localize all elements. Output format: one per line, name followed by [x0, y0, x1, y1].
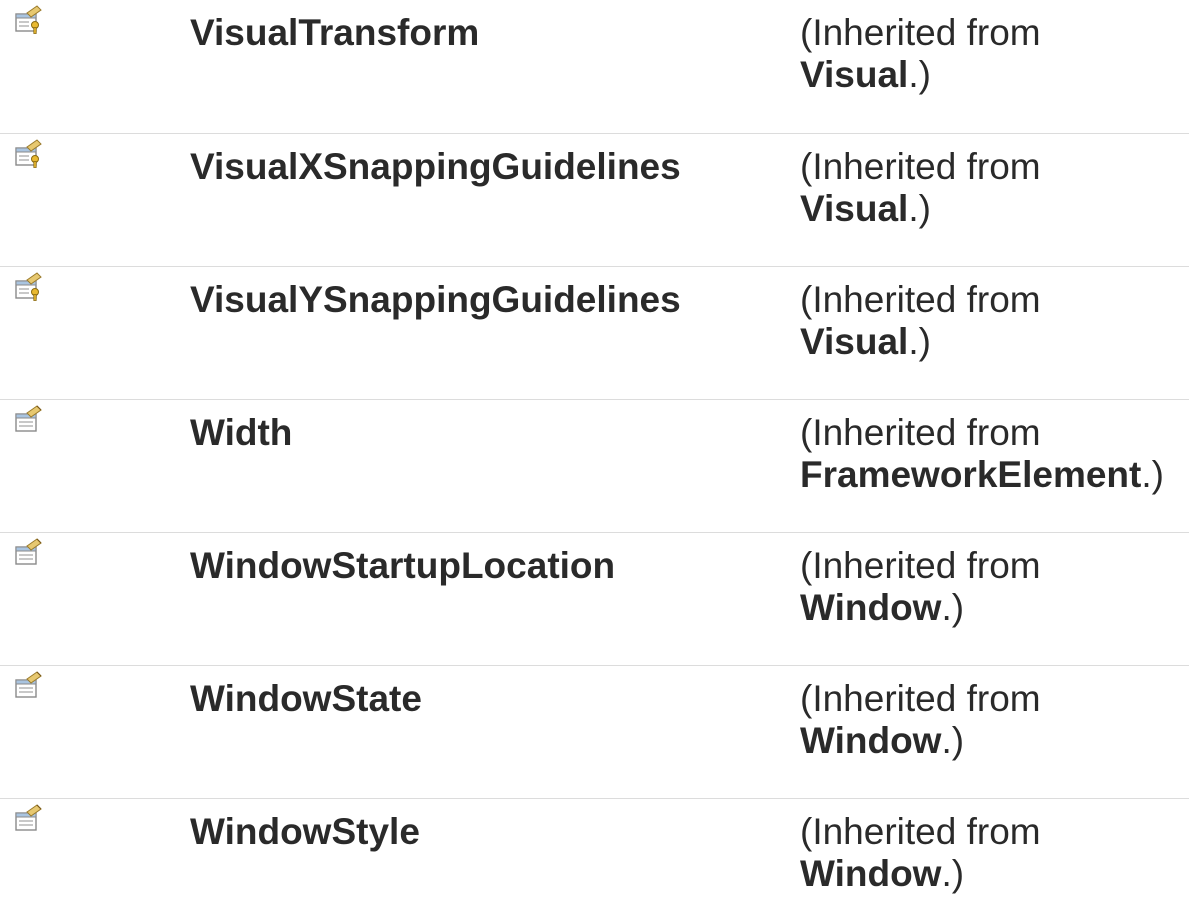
icon-cell [0, 665, 190, 799]
member-name-link[interactable]: Width [190, 412, 292, 454]
member-name-link[interactable]: WindowState [190, 678, 422, 720]
name-cell: WindowStartupLocation [190, 532, 800, 666]
inherited-description: (Inherited from Visual.) [800, 12, 1189, 96]
public-property-icon [13, 405, 43, 435]
member-name-link[interactable]: VisualXSnappingGuidelines [190, 146, 681, 188]
name-cell: VisualXSnappingGuidelines [190, 133, 800, 267]
members-table-body: VisualTransform (Inherited from Visual.) … [0, 0, 1189, 916]
inherited-prefix: (Inherited from [800, 544, 1041, 586]
inherited-suffix: .) [908, 187, 931, 229]
member-name-link[interactable]: WindowStyle [190, 811, 420, 853]
inherited-class-link[interactable]: Visual [800, 54, 908, 95]
table-row: VisualYSnappingGuidelines (Inherited fro… [0, 266, 1189, 400]
icon-cell [0, 798, 190, 916]
public-property-icon [13, 671, 43, 701]
table-row: VisualTransform (Inherited from Visual.) [0, 0, 1189, 134]
inherited-prefix: (Inherited from [800, 677, 1041, 719]
icon-cell [0, 0, 190, 134]
public-property-icon [13, 804, 43, 834]
table-row: WindowStyle (Inherited from Window.) [0, 798, 1189, 916]
protected-property-icon [13, 272, 43, 302]
inherited-class-link[interactable]: Window [800, 587, 941, 628]
inherited-description: (Inherited from Window.) [800, 678, 1189, 762]
description-cell: (Inherited from Window.) [800, 665, 1189, 799]
inherited-suffix: .) [941, 852, 965, 894]
member-name-link[interactable]: VisualYSnappingGuidelines [190, 279, 681, 321]
inherited-suffix: .) [908, 54, 931, 95]
inherited-description: (Inherited from Visual.) [800, 279, 1189, 363]
public-property-icon [13, 538, 43, 568]
table-row: WindowState (Inherited from Window.) [0, 665, 1189, 799]
inherited-description: (Inherited from FrameworkElement.) [800, 412, 1189, 496]
icon-cell [0, 399, 190, 533]
name-cell: WindowState [190, 665, 800, 799]
members-table: VisualTransform (Inherited from Visual.) … [0, 0, 1189, 916]
inherited-suffix: .) [908, 320, 931, 362]
inherited-class-link[interactable]: Visual [800, 321, 908, 362]
name-cell: Width [190, 399, 800, 533]
inherited-description: (Inherited from Window.) [800, 545, 1189, 629]
description-cell: (Inherited from FrameworkElement.) [800, 399, 1189, 533]
member-name-link[interactable]: VisualTransform [190, 12, 479, 54]
inherited-class-link[interactable]: Visual [800, 188, 908, 229]
description-cell: (Inherited from Window.) [800, 798, 1189, 916]
member-name-link[interactable]: WindowStartupLocation [190, 545, 615, 587]
inherited-suffix: .) [1141, 453, 1164, 495]
name-cell: VisualYSnappingGuidelines [190, 266, 800, 400]
inherited-class-link[interactable]: Window [800, 853, 941, 894]
table-row: WindowStartupLocation (Inherited from Win… [0, 532, 1189, 666]
name-cell: WindowStyle [190, 798, 800, 916]
description-cell: (Inherited from Visual.) [800, 133, 1189, 267]
inherited-suffix: .) [941, 719, 965, 761]
table-row: VisualXSnappingGuidelines (Inherited fro… [0, 133, 1189, 267]
protected-property-icon [13, 139, 43, 169]
inherited-suffix: .) [941, 586, 965, 628]
icon-cell [0, 133, 190, 267]
table-row: Width (Inherited from FrameworkElement.) [0, 399, 1189, 533]
inherited-prefix: (Inherited from [800, 278, 1041, 320]
inherited-description: (Inherited from Window.) [800, 811, 1189, 895]
protected-property-icon [13, 5, 43, 35]
inherited-class-link[interactable]: FrameworkElement [800, 454, 1141, 495]
icon-cell [0, 266, 190, 400]
inherited-prefix: (Inherited from [800, 145, 1041, 187]
inherited-description: (Inherited from Visual.) [800, 146, 1189, 230]
inherited-prefix: (Inherited from [800, 411, 1041, 453]
inherited-prefix: (Inherited from [800, 12, 1041, 53]
icon-cell [0, 532, 190, 666]
name-cell: VisualTransform [190, 0, 800, 134]
inherited-class-link[interactable]: Window [800, 720, 941, 761]
description-cell: (Inherited from Visual.) [800, 266, 1189, 400]
description-cell: (Inherited from Window.) [800, 532, 1189, 666]
inherited-prefix: (Inherited from [800, 810, 1041, 852]
description-cell: (Inherited from Visual.) [800, 0, 1189, 134]
